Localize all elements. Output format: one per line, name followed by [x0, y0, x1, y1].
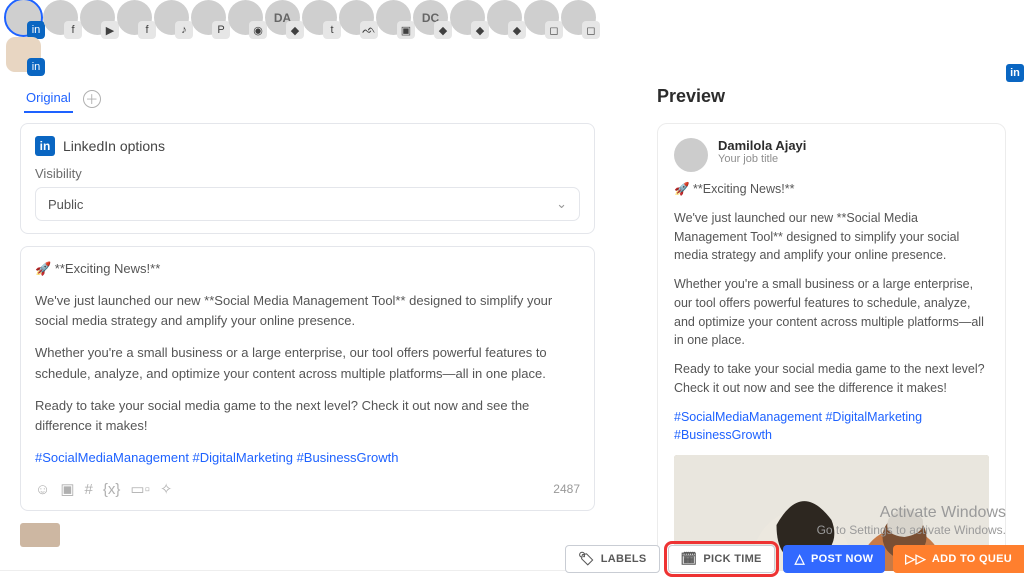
- brand-icon: ◆: [471, 21, 489, 39]
- watermark-line1: Activate Windows: [817, 503, 1006, 524]
- preview-headline: 🚀 **Exciting News!**: [674, 180, 989, 199]
- account-avatar[interactable]: DC◆: [413, 0, 448, 35]
- account-avatar[interactable]: DA◆: [265, 0, 300, 35]
- labels-button[interactable]: 🏷 LABELS: [565, 545, 660, 573]
- post-hashtags: #SocialMediaManagement #DigitalMarketing…: [35, 448, 580, 468]
- account-avatar[interactable]: ◆: [487, 0, 522, 35]
- fast-forward-icon: ▷▷: [905, 551, 926, 567]
- instagram-icon: ◻: [545, 21, 563, 39]
- post-now-button[interactable]: △ POST NOW: [783, 545, 886, 573]
- brand-icon: ◆: [434, 21, 452, 39]
- account-avatar[interactable]: ▶: [80, 0, 115, 35]
- post-editor[interactable]: 🚀 **Exciting News!** We've just launched…: [20, 246, 595, 511]
- account-avatar[interactable]: ◻: [561, 0, 596, 35]
- account-avatar[interactable]: f: [117, 0, 152, 35]
- account-avatar[interactable]: ᨒ: [339, 0, 374, 35]
- post-paragraph: Ready to take your social media game to …: [35, 396, 580, 436]
- youtube-icon: ▶: [101, 21, 119, 39]
- warning-icon: △: [795, 551, 805, 567]
- preview-avatar: [674, 138, 708, 172]
- add-tab-button[interactable]: ＋: [83, 90, 101, 108]
- brand-icon: ◆: [508, 21, 526, 39]
- hashtag-icon[interactable]: #: [85, 481, 93, 498]
- visibility-value: Public: [48, 197, 83, 212]
- char-count: 2487: [553, 482, 580, 496]
- tag-icon: 🏷: [578, 551, 595, 567]
- instagram-icon: ◻: [582, 21, 600, 39]
- editor-toolbar: ☺ ▣ # {x} ▭▫ ✧ 2487: [35, 480, 580, 498]
- account-avatar[interactable]: P: [191, 0, 226, 35]
- ai-icon[interactable]: ✧: [160, 480, 173, 498]
- watermark-line2: Go to Settings to activate Windows.: [817, 523, 1006, 539]
- post-headline: 🚀 **Exciting News!**: [35, 259, 580, 279]
- visibility-select[interactable]: Public ⌄: [35, 187, 580, 221]
- post-paragraph: Whether you're a small business or a lar…: [35, 343, 580, 383]
- tab-original[interactable]: Original: [24, 84, 73, 113]
- linkedin-badge-icon: in: [1006, 64, 1024, 82]
- bluesky-icon: ᨒ: [360, 21, 378, 39]
- preview-hashtags: #SocialMediaManagement #DigitalMarketing…: [674, 408, 989, 446]
- account-avatar[interactable]: ▣: [376, 0, 411, 35]
- linkedin-icon: in: [27, 58, 45, 76]
- preview-paragraph: Ready to take your social media game to …: [674, 360, 989, 398]
- facebook-icon: f: [64, 21, 82, 39]
- account-avatar[interactable]: t: [302, 0, 337, 35]
- emoji-icon[interactable]: ☺: [35, 481, 50, 498]
- account-avatar[interactable]: in: [6, 0, 41, 35]
- reddit-icon: ◉: [249, 21, 267, 39]
- windows-watermark: Activate Windows Go to Settings to activ…: [817, 503, 1006, 539]
- snippet-icon[interactable]: ▭▫: [130, 480, 150, 498]
- account-avatar[interactable]: ♪: [154, 0, 189, 35]
- account-avatar[interactable]: ◻: [524, 0, 559, 35]
- attachment-row: [20, 523, 595, 547]
- preview-paragraph: We've just launched our new **Social Med…: [674, 209, 989, 265]
- preview-heading: Preview: [657, 78, 1006, 123]
- linkedin-page-avatar[interactable]: in: [6, 37, 41, 72]
- account-strip: in f ▶ f ♪ P ◉ DA◆ t ᨒ ▣ DC◆ ◆ ◆ ◻ ◻: [0, 0, 1024, 37]
- calendar-icon: 🗓: [681, 551, 698, 567]
- action-bar: 🏷 LABELS 🗓 PICK TIME △ POST NOW ▷▷ ADD T…: [565, 541, 1024, 577]
- chevron-down-icon: ⌄: [556, 196, 567, 212]
- account-avatar[interactable]: ◆: [450, 0, 485, 35]
- facebook-icon: f: [138, 21, 156, 39]
- preview-paragraph: Whether you're a small business or a lar…: [674, 275, 989, 350]
- linkedin-icon: in: [35, 136, 55, 156]
- attachment-thumb[interactable]: [20, 523, 60, 547]
- preview-name: Damilola Ajayi: [718, 138, 806, 153]
- linkedin-options-panel: in LinkedIn options Visibility Public ⌄: [20, 123, 595, 234]
- image-icon[interactable]: ▣: [60, 480, 74, 498]
- pick-time-button[interactable]: 🗓 PICK TIME: [668, 545, 775, 573]
- pinterest-icon: P: [212, 21, 230, 39]
- account-avatar[interactable]: f: [43, 0, 78, 35]
- account-avatar[interactable]: ◉: [228, 0, 263, 35]
- flipboard-icon: ▣: [397, 21, 415, 39]
- visibility-label: Visibility: [35, 166, 580, 181]
- preview-subtitle: Your job title: [718, 153, 806, 165]
- post-paragraph: We've just launched our new **Social Med…: [35, 291, 580, 331]
- variable-icon[interactable]: {x}: [103, 481, 121, 498]
- tiktok-icon: ♪: [175, 21, 193, 39]
- brand-icon: ◆: [286, 21, 304, 39]
- tumblr-icon: t: [323, 21, 341, 39]
- linkedin-options-title: LinkedIn options: [63, 138, 165, 154]
- add-to-queue-button[interactable]: ▷▷ ADD TO QUEU: [893, 545, 1024, 573]
